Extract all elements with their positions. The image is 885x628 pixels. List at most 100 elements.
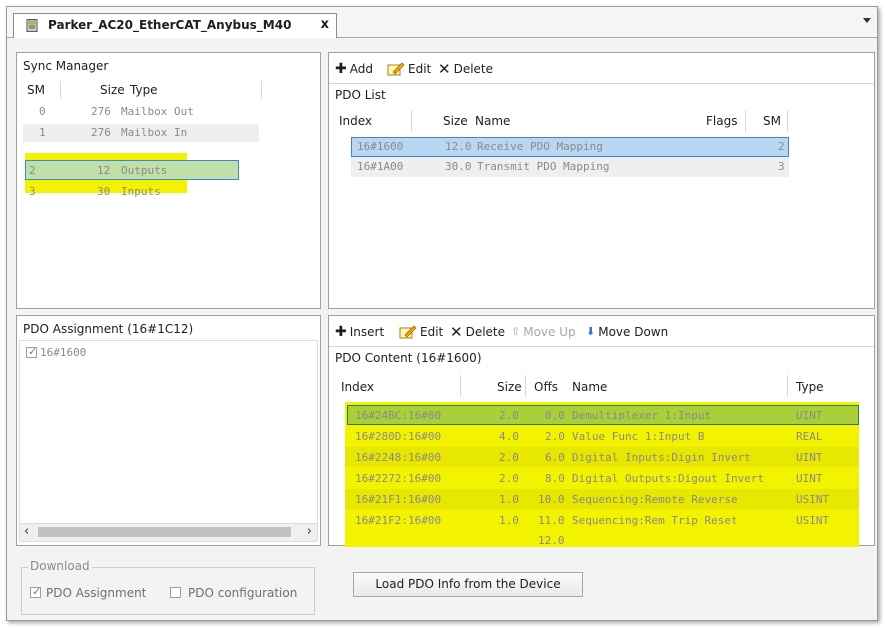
edit-icon (399, 325, 417, 339)
insert-label: Insert (349, 325, 385, 339)
edit-button[interactable]: Edit (399, 322, 443, 342)
cell-offs: 0.0 (545, 409, 565, 422)
header-separator (411, 110, 412, 132)
cell-size: 30 (97, 185, 111, 198)
checkmark-icon: ✓ (32, 585, 42, 598)
cell-name: Demultiplexer 1:Input (572, 409, 712, 422)
cell-index: 16#1600 (357, 140, 404, 153)
delete-icon: ✕ (438, 60, 451, 78)
edit-label: Edit (408, 62, 432, 76)
cell-type: UINT (796, 451, 823, 464)
cell-size: 1.0 (499, 514, 519, 527)
cell-sm: 3 (778, 160, 785, 173)
cell-size: 4.0 (499, 430, 519, 443)
pdo-list-panel: ✚ Add Edit ✕ Delete PDO List Index Size … (328, 52, 875, 309)
edit-button[interactable]: Edit (387, 59, 431, 79)
cell-size: 276 (91, 105, 111, 118)
pdo-list-toolbar: ✚ Add Edit ✕ Delete (335, 59, 865, 81)
pdo-configuration-checkbox[interactable] (170, 587, 181, 598)
header-separator (745, 110, 746, 132)
col-header-type[interactable]: Type (130, 83, 158, 97)
sync-manager-panel: Sync Manager SM Size Type 0 276 Mailbox … (16, 52, 321, 309)
cell-name: Sequencing:Rem Trip Reset (572, 514, 738, 527)
pdo-list-title: PDO List (335, 88, 386, 102)
tab-strip: Parker_AC20_EtherCAT_Anybus_M40 x (7, 7, 877, 38)
col-header-index[interactable]: Index (341, 380, 374, 394)
horizontal-scrollbar[interactable]: ‹ › (20, 523, 317, 541)
insert-button[interactable]: ✚ Insert (335, 322, 384, 342)
col-header-size[interactable]: Size (497, 380, 522, 394)
pdo-content-title: PDO Content (16#1600) (335, 351, 482, 365)
scroll-right-icon[interactable]: › (307, 524, 312, 539)
col-header-type[interactable]: Type (796, 380, 824, 394)
download-title: Download (28, 559, 92, 573)
cell-type: USINT (796, 493, 830, 506)
sync-manager-grid: SM Size Type 0 276 Mailbox Out 1 276 Mai… (23, 80, 263, 305)
cell-index: 16#1A00 (357, 160, 404, 173)
cell-size: 12.0 (445, 140, 472, 153)
arrow-up-icon: ⇧ (511, 325, 521, 338)
cell-sm: 2 (29, 164, 36, 177)
cell-type: UINT (796, 472, 823, 485)
cell-size: 2.0 (499, 472, 519, 485)
close-icon[interactable]: x (321, 17, 329, 32)
col-header-sm[interactable]: SM (27, 83, 45, 97)
col-header-size[interactable]: Size (443, 114, 468, 128)
cell-index: 16#280D:16#00 (355, 430, 442, 443)
col-header-offs[interactable]: Offs (534, 380, 558, 394)
pdo-content-panel: ✚ Insert Edit ✕ Delete ⇧ Move Up ⬇ Move (328, 315, 875, 547)
cell-index: 16#24BC:16#00 (355, 409, 442, 422)
col-header-sm[interactable]: SM (763, 114, 781, 128)
cell-name: Transmit PDO Mapping (477, 160, 610, 173)
delete-button[interactable]: ✕ Delete (438, 59, 493, 79)
cell-type: Mailbox In (121, 126, 188, 139)
assignment-label: 16#1600 (40, 346, 87, 359)
cell-sm: 1 (39, 126, 46, 139)
cell-sm: 0 (39, 105, 46, 118)
cell-name: Digital Outputs:Digout Invert (572, 472, 765, 485)
cell-offs: 6.0 (545, 451, 565, 464)
header-separator (261, 81, 262, 99)
cell-index: 16#21F2:16#00 (355, 514, 442, 527)
delete-button[interactable]: ✕ Delete (450, 322, 505, 342)
header-separator (787, 110, 788, 132)
move-down-label: Move Down (598, 325, 669, 339)
cell-size: 12 (97, 164, 111, 177)
assignment-checkbox[interactable]: ✓ (26, 345, 37, 358)
col-header-name[interactable]: Name (475, 114, 510, 128)
cell-type: REAL (796, 430, 823, 443)
move-up-label: Move Up (523, 325, 576, 339)
scrollbar-thumb[interactable] (38, 527, 291, 537)
delete-label: Delete (453, 62, 494, 76)
cell-offs: 12.0 (538, 534, 565, 547)
pdo-assignment-title: PDO Assignment (16#1C12) (23, 322, 194, 336)
cell-size: 30.0 (445, 160, 472, 173)
add-button[interactable]: ✚ Add (335, 59, 373, 79)
pdo-content-toolbar: ✚ Insert Edit ✕ Delete ⇧ Move Up ⬇ Move (335, 322, 865, 344)
col-header-size[interactable]: Size (100, 83, 125, 97)
cell-name: Digital Inputs:Digin Invert (572, 451, 751, 464)
col-header-index[interactable]: Index (339, 114, 372, 128)
toolbar-divider (329, 346, 874, 347)
move-up-button[interactable]: ⇧ Move Up (511, 322, 576, 342)
editor-window: Parker_AC20_EtherCAT_Anybus_M40 x Sync M… (6, 6, 878, 621)
cell-size: 276 (91, 126, 111, 139)
col-header-name[interactable]: Name (572, 380, 607, 394)
cell-offs: 11.0 (538, 514, 565, 527)
chevron-down-icon[interactable] (863, 18, 871, 23)
tab-device[interactable]: Parker_AC20_EtherCAT_Anybus_M40 x (13, 13, 337, 38)
col-header-flags[interactable]: Flags (706, 114, 737, 128)
load-pdo-info-button[interactable]: Load PDO Info from the Device (353, 572, 583, 597)
cell-index: 16#2248:16#00 (355, 451, 442, 464)
edit-label: Edit (420, 325, 444, 339)
pdo-assignment-checkbox[interactable]: ✓ (30, 585, 42, 598)
tab-title: Parker_AC20_EtherCAT_Anybus_M40 (48, 18, 292, 32)
cell-name: Value Func 1:Input B (572, 430, 705, 443)
cell-type: UINT (796, 409, 823, 422)
move-down-button[interactable]: ⬇ Move Down (586, 322, 668, 342)
plus-icon: ✚ (335, 61, 347, 77)
scroll-left-icon[interactable]: ‹ (24, 524, 29, 539)
device-icon (26, 19, 38, 32)
cell-sm: 2 (778, 140, 785, 153)
cell-offs: 8.0 (545, 472, 565, 485)
